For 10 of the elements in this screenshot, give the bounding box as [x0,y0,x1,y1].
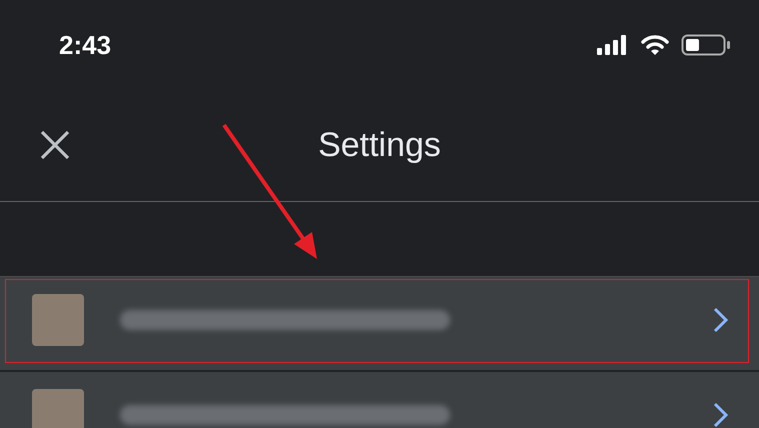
avatar-placeholder [32,294,84,346]
avatar-placeholder [32,388,84,428]
close-icon[interactable] [39,129,71,161]
status-time: 2:43 [59,30,112,60]
chevron-right-icon [713,402,729,428]
battery-icon [681,34,731,56]
chevron-right-icon [713,306,729,332]
wifi-icon [641,34,669,56]
settings-title: Settings [318,126,441,165]
signal-icon [597,35,629,55]
